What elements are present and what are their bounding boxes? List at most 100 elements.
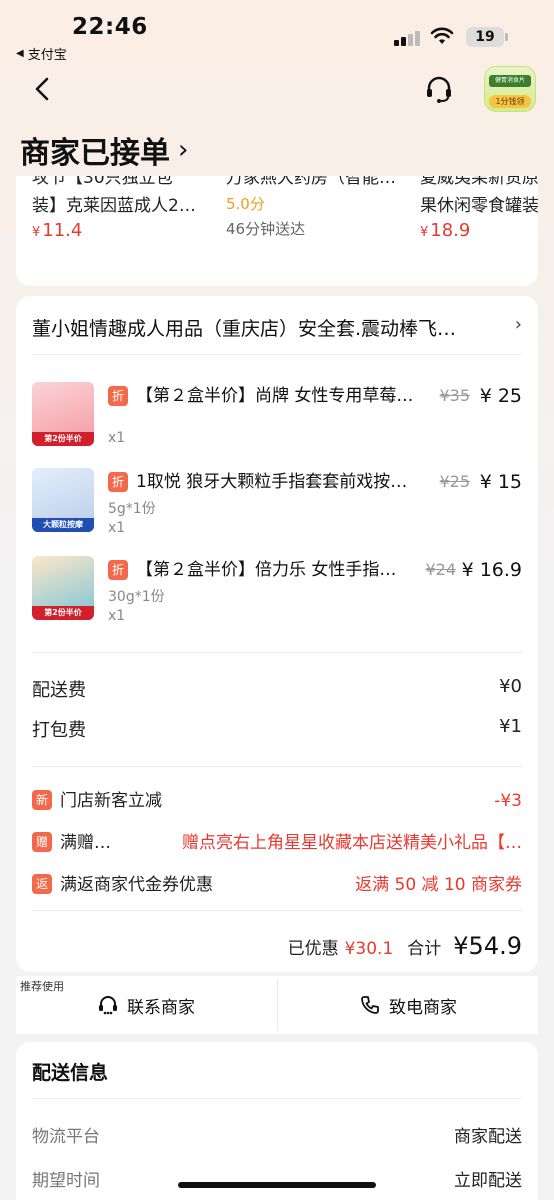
item-original-price: ¥24 (425, 560, 456, 579)
rec-name-line1: 夏威夷果新货原 (420, 176, 538, 188)
order-card: 董小姐情趣成人用品（重庆店）安全套.震动棒飞… › 第2份半价 折 【第２盒半价… (16, 296, 538, 972)
call-merchant-button[interactable]: 致电商家 (278, 976, 538, 1034)
back-to-app-link[interactable]: ◀ 支付宝 (16, 44, 67, 63)
delivery-value: 立即配送 (454, 1171, 522, 1191)
rec-price: ¥18.9 (420, 220, 538, 241)
recommendation-item[interactable]: 万家燕大药房（智能… 5.0分 46分钟送达 (226, 176, 416, 242)
customer-service-icon[interactable] (424, 74, 454, 104)
new-customer-icon: 新 (32, 790, 52, 810)
discount-label: 门店新客立减 (60, 791, 162, 811)
cellular-signal-icon (394, 30, 420, 46)
item-price: ¥ 15 (479, 471, 522, 493)
product-thumbnail: 第2份半价 (32, 556, 94, 620)
thumbnail-label: 第2份半价 (32, 432, 94, 446)
phone-icon (361, 996, 379, 1014)
discount-tag: 折 (108, 472, 128, 492)
promo-badge-cta: 1分钱领 (489, 95, 531, 108)
fee-label: 打包费 (32, 720, 86, 741)
delivery-fee-row: 配送费 ¥0 (32, 676, 522, 704)
discount-label: 满赠… (60, 833, 111, 853)
back-triangle-icon: ◀ (16, 48, 24, 59)
order-item[interactable]: 第2份半价 折 【第２盒半价】倍力乐 女性手指… ¥24 ¥ 16.9 30g*… (32, 556, 522, 636)
item-name: 【第２盒半价】尚牌 女性专用草莓… (136, 386, 414, 406)
gift-icon: 赠 (32, 832, 52, 852)
item-spec: 5g*1份 (108, 501, 156, 517)
call-merchant-label: 致电商家 (389, 997, 457, 1018)
currency-symbol: ¥ (32, 225, 41, 240)
saved-amount: ¥30.1 (344, 939, 394, 959)
item-price: ¥ 25 (479, 385, 522, 407)
contact-merchant-button[interactable]: 联系商家 (16, 976, 276, 1034)
item-spec: 30g*1份 (108, 589, 165, 605)
rec-delivery-time: 46分钟送达 (226, 220, 306, 238)
divider (32, 354, 522, 355)
battery-indicator: 19 (466, 27, 508, 47)
item-quantity: x1 (108, 430, 126, 446)
product-thumbnail: 大颗粒按摩 (32, 468, 94, 532)
discount-tag: 折 (108, 386, 128, 406)
discount-value: 赠点亮右上角星星收藏本店送精美小礼品【… (182, 833, 522, 853)
rec-price-value: 18.9 (430, 220, 471, 241)
packing-fee-row: 打包费 ¥1 (32, 716, 522, 744)
delivery-key: 期望时间 (32, 1171, 100, 1191)
fee-value: ¥0 (499, 676, 522, 697)
rec-name-line1: 攻节【30只独立包 (32, 176, 173, 188)
contact-actions: 推荐使用 联系商家 致电商家 (16, 976, 538, 1034)
discount-row: 新 门店新客立减 -¥3 (32, 788, 522, 816)
item-original-price: ¥25 (439, 472, 470, 491)
cashback-icon: 返 (32, 874, 52, 894)
status-time: 22:46 (72, 14, 148, 40)
discount-value: -¥3 (494, 791, 522, 811)
product-thumbnail: 第2份半价 (32, 382, 94, 446)
delivery-info-card: 配送信息 物流平台 商家配送 期望时间 立即配送 (16, 1042, 538, 1200)
rec-price-value: 11.4 (42, 220, 83, 241)
discount-value: 返满 50 减 10 商家券 (355, 875, 522, 895)
rec-name-line2: 果休闲零食罐装 (420, 196, 538, 216)
chat-icon (99, 996, 117, 1015)
shop-name[interactable]: 董小姐情趣成人用品（重庆店）安全套.震动棒飞… (32, 314, 502, 341)
recommendation-item[interactable]: 夏威夷果新货原 果休闲零食罐装 ¥18.9 (420, 176, 538, 241)
divider (32, 652, 522, 653)
item-quantity: x1 (108, 608, 126, 624)
order-status-title[interactable]: 商家已接单 › (20, 128, 188, 172)
item-price: ¥ 16.9 (461, 559, 522, 581)
home-indicator[interactable] (178, 1182, 376, 1188)
discount-label: 满返商家代金券优惠 (60, 875, 213, 895)
rec-name-line1: 万家燕大药房（智能… (226, 176, 396, 188)
item-original-price: ¥35 (439, 386, 470, 405)
item-name: 1取悦 狼牙大颗粒手指套套前戏按… (136, 472, 408, 492)
currency-symbol: ¥ (420, 225, 429, 240)
divider (32, 766, 522, 767)
promo-badge-title: 健胃消食片 (489, 75, 531, 87)
chevron-right-icon: › (178, 135, 189, 165)
fee-label: 配送费 (32, 680, 86, 701)
recommendation-card: 攻节【30只独立包 装】克莱因蓝成人2… ¥11.4 万家燕大药房（智能… 5.… (16, 176, 538, 286)
status-bar: 22:46 ◀ 支付宝 19 (0, 0, 554, 70)
chevron-right-icon[interactable]: › (515, 314, 522, 335)
saved-label: 已优惠 (287, 939, 339, 959)
rec-name-line2: 装】克莱因蓝成人2… (32, 196, 196, 216)
fee-value: ¥1 (499, 716, 522, 737)
rec-price: ¥11.4 (32, 220, 222, 241)
contact-merchant-label: 联系商家 (127, 997, 195, 1018)
discount-row: 返 满返商家代金券优惠 返满 50 减 10 商家券 (32, 872, 522, 900)
order-item[interactable]: 第2份半价 折 【第２盒半价】尚牌 女性专用草莓… ¥35 ¥ 25 x1 (32, 382, 522, 462)
divider (32, 1098, 522, 1099)
delivery-info-title: 配送信息 (32, 1062, 109, 1084)
page-title-text: 商家已接单 (20, 136, 170, 171)
order-item[interactable]: 大颗粒按摩 折 1取悦 狼牙大颗粒手指套套前戏按… ¥25 ¥ 15 5g*1份… (32, 468, 522, 548)
delivery-key: 物流平台 (32, 1127, 100, 1147)
order-total: 已优惠 ¥30.1 合计 ¥54.9 (288, 932, 522, 960)
discount-row: 赠 满赠… 赠点亮右上角星星收藏本店送精美小礼品【… (32, 830, 522, 858)
total-amount: ¥54.9 (453, 932, 522, 960)
back-arrow-icon[interactable] (30, 74, 56, 104)
battery-level: 19 (475, 29, 495, 45)
thumbnail-label: 第2份半价 (32, 606, 94, 620)
delivery-value: 商家配送 (454, 1127, 522, 1147)
recommendation-item[interactable]: 攻节【30只独立包 装】克莱因蓝成人2… ¥11.4 (32, 176, 222, 241)
discount-tag: 折 (108, 560, 128, 580)
item-quantity: x1 (108, 520, 126, 536)
promo-badge[interactable]: 健胃消食片 1分钱领 (484, 66, 536, 112)
rec-score: 5.0分 (226, 195, 265, 213)
wifi-icon (430, 27, 454, 44)
